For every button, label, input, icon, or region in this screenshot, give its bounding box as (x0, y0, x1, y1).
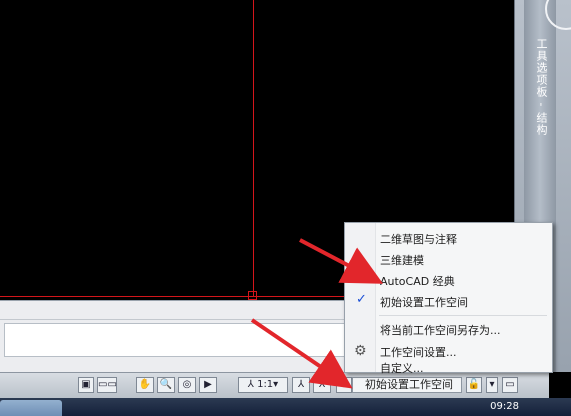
menu-item-customize[interactable]: 自定义... (346, 360, 551, 375)
showmotion-icon[interactable]: ▶ (199, 377, 217, 393)
workspace-switch-label[interactable]: 初始设置工作空间 (352, 377, 462, 393)
menu-item-label: 将当前工作空间另存为... (380, 324, 501, 337)
status-bar: ▣ ▭▭ ✋ 🔍 ◎ ▶ ⅄ 1:1▾ ⅄ ⅄ ⚙ 初始设置工作空间 🔓 ▾ ▭ (0, 372, 549, 399)
menu-item-label: 三维建模 (380, 254, 424, 267)
menu-item-initial-workspace[interactable]: ✓ 初始设置工作空间 (346, 291, 551, 311)
checkmark-icon: ✓ (356, 292, 367, 307)
menu-item-autocad-classic[interactable]: AutoCAD 经典 (346, 270, 551, 290)
taskbar-clock: 09:28 (490, 401, 519, 412)
annotation-scale-value: 1:1▾ (257, 379, 279, 390)
steering-wheel-icon[interactable]: ◎ (178, 377, 196, 393)
menu-item-label: 二维草图与注释 (380, 233, 457, 246)
menu-item-label: 初始设置工作空间 (380, 296, 468, 309)
palette-title: 工具选项板 - 结构 (535, 38, 548, 136)
windows-taskbar: 09:28 (0, 398, 571, 416)
menu-item-workspace-settings[interactable]: ⚙ 工作空间设置... (346, 341, 551, 361)
menu-item-label: AutoCAD 经典 (380, 275, 455, 288)
menu-item-3d-modeling[interactable]: 三维建模 (346, 249, 551, 269)
model-icon[interactable]: ▣ (78, 377, 94, 393)
command-input[interactable] (4, 323, 351, 357)
annotation-visibility-icon[interactable]: ⅄ (292, 377, 310, 393)
auto-scale-icon[interactable]: ⅄ (313, 377, 331, 393)
menu-item-save-workspace-as[interactable]: 将当前工作空间另存为... (346, 319, 551, 339)
workspace-switch-icon[interactable]: ⚙ (336, 377, 352, 393)
zoom-icon[interactable]: 🔍 (157, 377, 175, 393)
canvas-vertical-line (253, 0, 254, 297)
menu-item-2d-drafting[interactable]: 二维草图与注释 (346, 228, 551, 248)
pan-icon[interactable]: ✋ (136, 377, 154, 393)
menu-separator (379, 315, 547, 316)
toolbar-lock-icon[interactable]: 🔓 (466, 377, 482, 393)
clean-screen-icon[interactable]: ▭ (502, 377, 518, 393)
statusbar-menu-arrow-icon[interactable]: ▾ (486, 377, 498, 393)
annotation-scale-icon: ⅄ (247, 379, 254, 390)
layout-icon[interactable]: ▭▭ (97, 377, 117, 393)
menu-item-label: 自定义... (380, 362, 424, 375)
menu-item-label: 工作空间设置... (380, 346, 457, 359)
gear-icon: ⚙ (354, 343, 367, 359)
annotation-scale-button[interactable]: ⅄ 1:1▾ (238, 377, 288, 393)
crosshair-pickbox (248, 291, 257, 300)
workspace-menu: 二维草图与注释 三维建模 AutoCAD 经典 ✓ 初始设置工作空间 将当前工作… (344, 222, 553, 375)
taskbar-start-button[interactable] (0, 400, 62, 416)
